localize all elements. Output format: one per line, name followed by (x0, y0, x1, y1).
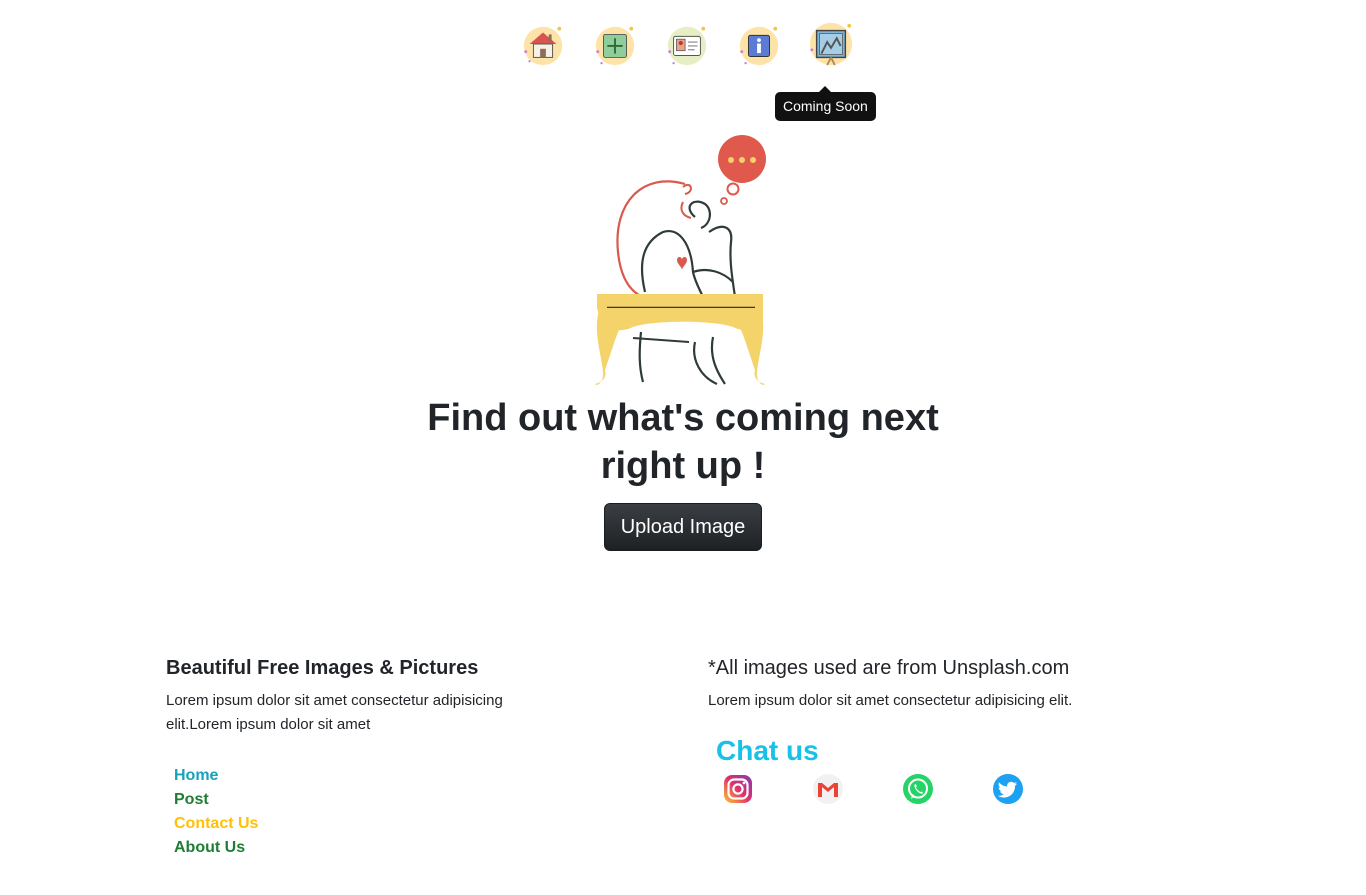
footer-link-post[interactable]: Post (174, 791, 209, 808)
instagram-link[interactable] (722, 773, 754, 805)
footer-link-post-item: Post (174, 788, 526, 812)
nav-about[interactable] (735, 18, 783, 70)
footer-links: Home Post Contact Us About Us (174, 764, 526, 860)
nav-coming-soon[interactable] (807, 18, 855, 70)
nav-home[interactable] (519, 18, 567, 70)
footer-link-contact[interactable]: Contact Us (174, 815, 258, 832)
nav-contact[interactable] (663, 18, 711, 70)
add-post-icon (595, 26, 635, 66)
coming-soon-tooltip: Coming Soon (775, 86, 876, 121)
footer-link-home[interactable]: Home (174, 767, 218, 784)
nav-post[interactable] (591, 18, 639, 70)
info-icon (739, 26, 779, 66)
footer-right-heading: *All images used are from Unsplash.com (708, 657, 1070, 679)
footer-link-about-item: About Us (174, 836, 526, 860)
footer-left-text: Lorem ipsum dolor sit amet consectetur a… (166, 692, 503, 733)
twitter-link[interactable] (992, 773, 1024, 805)
footer-link-about[interactable]: About Us (174, 839, 245, 856)
gmail-link[interactable] (812, 773, 844, 805)
instagram-icon (724, 775, 752, 803)
footer-link-home-item: Home (174, 764, 526, 788)
whatsapp-icon (903, 774, 933, 804)
chat-us-title: Chat us (716, 735, 819, 766)
gmail-icon (813, 774, 843, 804)
footer-credits-section: *All images used are from Unsplash.com L… (708, 655, 1188, 805)
picture-frame-icon (809, 22, 853, 66)
footer-link-contact-item: Contact Us (174, 812, 526, 836)
upload-image-button[interactable]: Upload Image (604, 503, 762, 551)
home-icon (523, 26, 563, 66)
social-links (722, 773, 1188, 805)
contact-card-icon (667, 26, 707, 66)
twitter-icon (993, 774, 1023, 804)
thinking-person-illustration (595, 135, 766, 386)
footer-right-text: Lorem ipsum dolor sit amet consectetur a… (708, 692, 1073, 709)
top-nav (0, 18, 1366, 70)
footer-about-section: Beautiful Free Images & Pictures Lorem i… (166, 655, 526, 860)
hero-title: Find out what's coming next right up ! (427, 397, 939, 487)
whatsapp-link[interactable] (902, 773, 934, 805)
footer-left-heading: Beautiful Free Images & Pictures (166, 657, 479, 679)
